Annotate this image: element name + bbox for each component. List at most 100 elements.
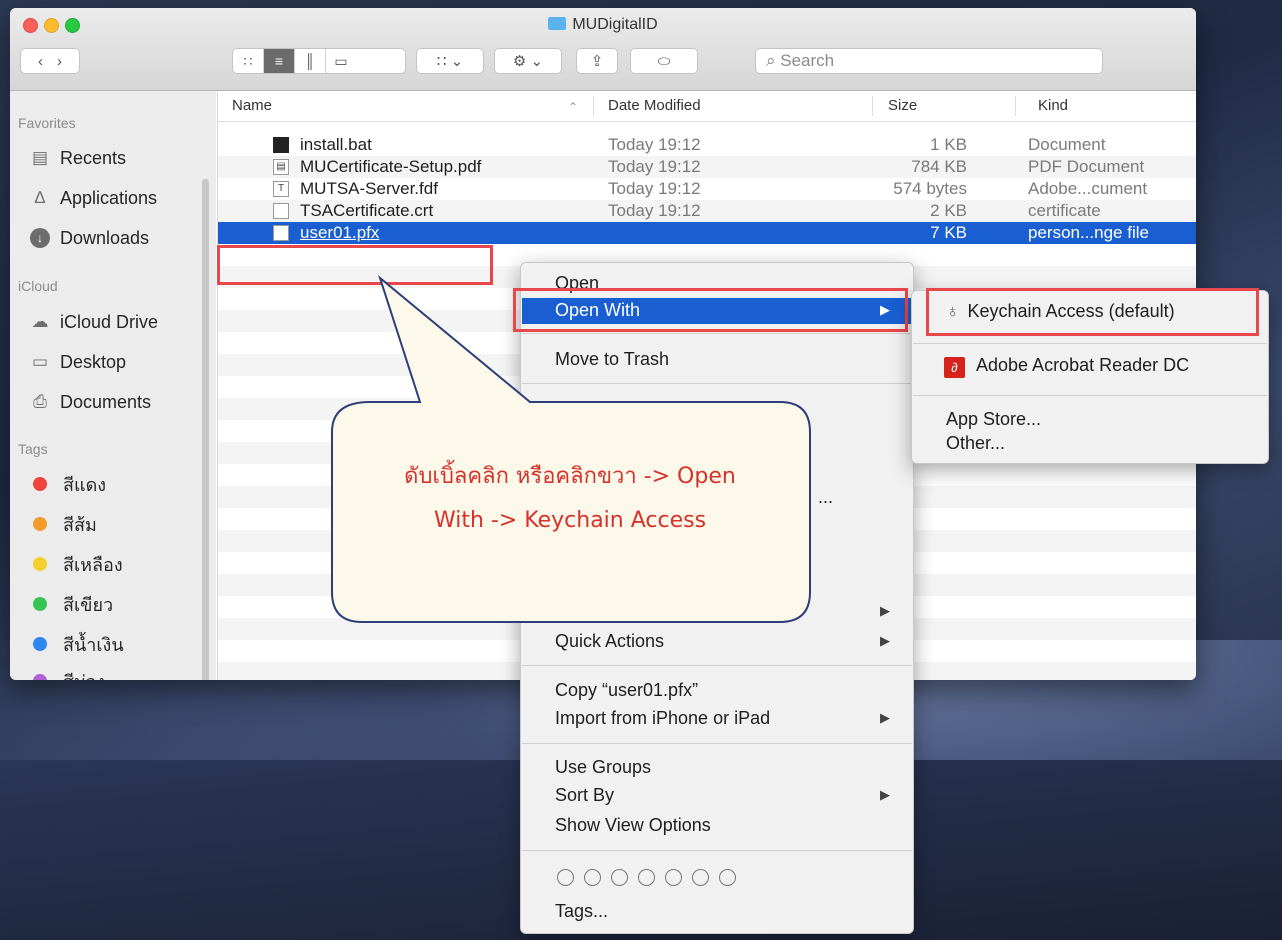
menu-item-use-groups[interactable]: Use Groups xyxy=(522,755,912,781)
acrobat-icon: ∂ xyxy=(944,357,965,378)
sidebar-tag-orange[interactable]: สีส้ม xyxy=(30,512,97,536)
column-divider xyxy=(872,96,873,116)
recents-icon: ▤ xyxy=(31,148,49,167)
tag-circle-icon[interactable] xyxy=(719,869,736,886)
window-title: MUDigitalID xyxy=(10,16,1196,34)
submenu-arrow-icon: ▶ xyxy=(880,633,890,648)
search-icon: ⌕ xyxy=(766,51,776,70)
menu-item-import-from-iphone[interactable]: Import from iPhone or iPad ▶ xyxy=(522,706,912,732)
file-row-mucertificate-pdf[interactable]: ▤ MUCertificate-Setup.pdf Today 19:12 78… xyxy=(218,156,1196,178)
highlight-keychain-access xyxy=(926,288,1259,336)
file-row-mutsa-fdf[interactable]: T MUTSA-Server.fdf Today 19:12 574 bytes… xyxy=(218,178,1196,200)
submenu-item-acrobat[interactable]: Adobe Acrobat Reader DC xyxy=(976,355,1189,376)
share-icon: ⇪ xyxy=(590,53,604,70)
red-tag-dot-icon xyxy=(33,477,47,491)
green-tag-dot-icon xyxy=(33,597,47,611)
list-view-icon[interactable]: ≡ xyxy=(264,49,295,73)
callout-text: ดับเบิ้ลคลิก หรือคลิกขวา -> Open With ->… xyxy=(404,464,736,533)
sidebar-item-desktop[interactable]: ▭ Desktop xyxy=(30,350,126,374)
highlight-selected-file xyxy=(217,245,493,285)
menu-separator xyxy=(522,383,912,384)
sidebar-tag-yellow[interactable]: สีเหลือง xyxy=(30,552,123,576)
tag-circle-icon[interactable] xyxy=(611,869,628,886)
submenu-arrow-icon: ▶ xyxy=(880,603,890,618)
column-divider xyxy=(593,96,594,116)
applications-icon: ∆ xyxy=(34,188,46,207)
pfx-file-icon xyxy=(273,225,289,241)
file-row-user01-pfx[interactable]: user01.pfx 7 KB person...nge file xyxy=(218,222,1196,244)
sidebar-tag-green[interactable]: สีเขียว xyxy=(30,592,113,616)
column-divider xyxy=(1015,96,1016,116)
documents-icon: ⎙ xyxy=(33,392,47,411)
submenu-arrow-icon: ▶ xyxy=(880,787,890,802)
tag-circle-icon[interactable] xyxy=(557,869,574,886)
sidebar-scrollbar[interactable] xyxy=(202,179,209,680)
tag-circle-icon[interactable] xyxy=(692,869,709,886)
column-date-modified[interactable]: Date Modified xyxy=(608,97,701,114)
sidebar-tag-purple[interactable]: สีม่วง xyxy=(30,669,105,680)
blue-tag-dot-icon xyxy=(33,637,47,651)
pdf-file-icon: ▤ xyxy=(273,159,289,175)
back-forward-buttons[interactable]: ‹ › xyxy=(20,48,80,74)
menu-separator xyxy=(522,665,912,666)
menu-item-sort-by[interactable]: Sort By ▶ xyxy=(522,783,912,809)
menu-separator xyxy=(522,743,912,744)
yellow-tag-dot-icon xyxy=(33,557,47,571)
cloud-icon: ☁ xyxy=(31,312,49,331)
column-size[interactable]: Size xyxy=(888,97,917,114)
menu-separator xyxy=(522,333,912,334)
menu-item-show-view-options[interactable]: Show View Options xyxy=(522,813,912,839)
titlebar: MUDigitalID ‹ › ∷ ≡ ║ ▭ ∷ ⌄ ⚙ ⌄ ⇪ ⬭ ⌕ Se… xyxy=(10,8,1196,91)
purple-tag-dot-icon xyxy=(33,674,47,680)
sidebar-item-recents[interactable]: ▤ Recents xyxy=(30,146,126,170)
menu-separator xyxy=(522,850,912,851)
menu-separator xyxy=(913,395,1267,396)
fdf-file-icon: T xyxy=(273,181,289,197)
desktop-icon: ▭ xyxy=(31,352,49,371)
icon-view-icon[interactable]: ∷ xyxy=(233,49,264,73)
tags-button[interactable]: ⬭ xyxy=(630,48,698,74)
terminal-file-icon xyxy=(273,137,289,153)
group-button[interactable]: ∷ ⌄ xyxy=(416,48,484,74)
back-arrow-icon[interactable]: ‹ xyxy=(38,53,43,70)
share-button[interactable]: ⇪ xyxy=(576,48,618,74)
sidebar-item-downloads[interactable]: ↓ Downloads xyxy=(30,226,149,250)
sidebar-section-icloud: iCloud xyxy=(18,278,58,294)
file-row-install-bat[interactable]: install.bat Today 19:12 1 KB Document xyxy=(218,134,1196,156)
sidebar-item-icloud-drive[interactable]: ☁ iCloud Drive xyxy=(30,310,159,334)
file-row-tsacertificate-crt[interactable]: TSACertificate.crt Today 19:12 2 KB cert… xyxy=(218,200,1196,222)
column-view-icon[interactable]: ║ xyxy=(295,49,326,73)
tag-color-picker xyxy=(557,869,736,886)
highlight-open-with xyxy=(513,288,908,332)
column-name[interactable]: Name xyxy=(232,97,272,114)
submenu-item-other[interactable]: Other... xyxy=(946,433,1005,454)
sidebar-item-applications[interactable]: ∆ Applications xyxy=(30,186,157,210)
sidebar-tag-blue[interactable]: สีน้ำเงิน xyxy=(30,632,124,656)
context-menu: Open Open With ▶ Move to Trash ... ▶ Quic… xyxy=(520,262,914,934)
action-button[interactable]: ⚙ ⌄ xyxy=(494,48,562,74)
gear-icon: ⚙ ⌄ xyxy=(512,53,544,70)
menu-item-tags[interactable]: Tags... xyxy=(522,899,912,925)
menu-separator xyxy=(913,343,1267,344)
list-header: Name ⌃ Date Modified Size Kind xyxy=(218,91,1196,122)
sidebar-tag-red[interactable]: สีแดง xyxy=(30,472,106,496)
sort-chevron-icon: ⌃ xyxy=(568,100,579,114)
sidebar: Favorites ▤ Recents ∆ Applications ↓ Downlo… xyxy=(10,91,216,680)
search-field[interactable]: ⌕ Search xyxy=(755,48,1103,74)
view-mode-selector[interactable]: ∷ ≡ ║ ▭ xyxy=(232,48,406,74)
tag-circle-icon[interactable] xyxy=(665,869,682,886)
menu-item-hidden-submenu[interactable]: ▶ xyxy=(522,599,912,625)
forward-arrow-icon[interactable]: › xyxy=(57,53,62,70)
menu-item-copy[interactable]: Copy “user01.pfx” xyxy=(522,678,912,704)
menu-item-quick-actions[interactable]: Quick Actions ▶ xyxy=(522,629,912,655)
menu-item-move-to-trash[interactable]: Move to Trash xyxy=(522,347,912,373)
column-kind[interactable]: Kind xyxy=(1038,97,1068,114)
tag-circle-icon[interactable] xyxy=(584,869,601,886)
submenu-item-app-store[interactable]: App Store... xyxy=(946,409,1041,430)
tag-circle-icon[interactable] xyxy=(638,869,655,886)
orange-tag-dot-icon xyxy=(33,517,47,531)
sidebar-item-documents[interactable]: ⎙ Documents xyxy=(30,390,151,414)
submenu-arrow-icon: ▶ xyxy=(880,710,890,725)
sidebar-section-favorites: Favorites xyxy=(18,115,76,131)
gallery-view-icon[interactable]: ▭ xyxy=(326,49,356,73)
